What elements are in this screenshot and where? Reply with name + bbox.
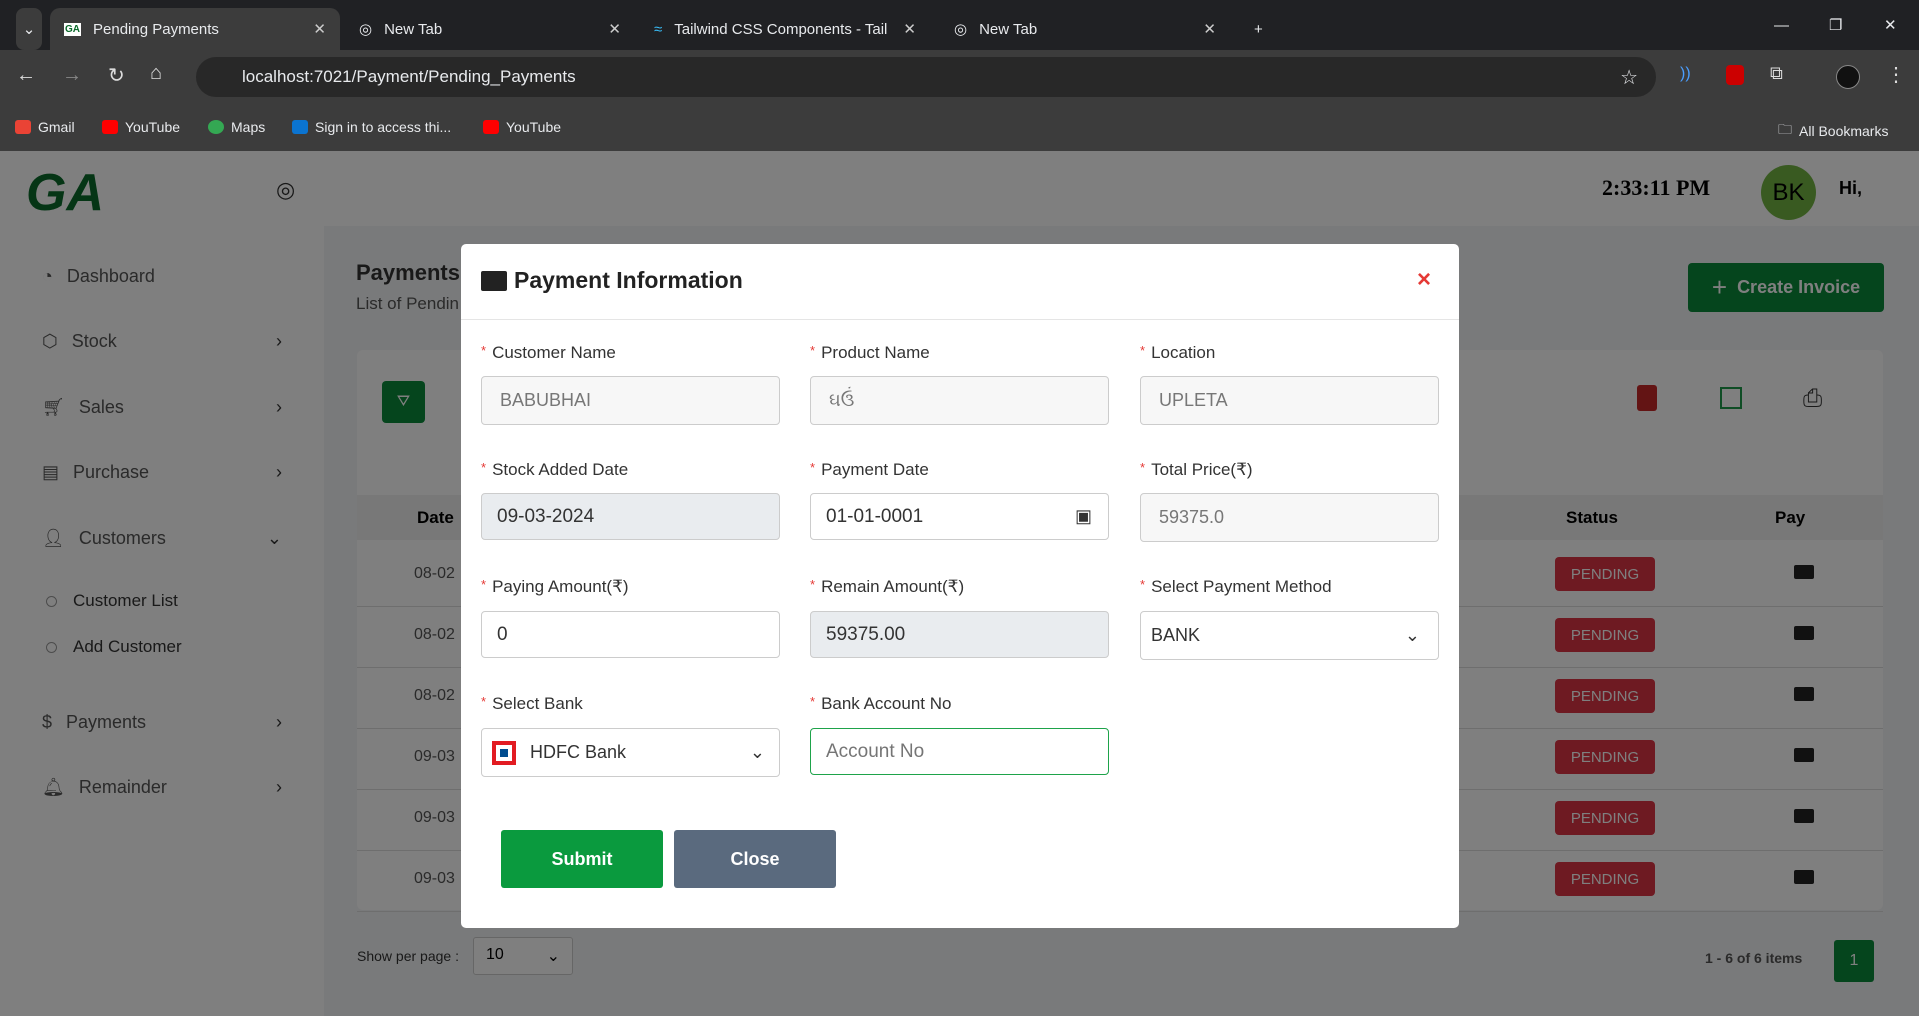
ga-favicon-icon: GA [64, 22, 81, 36]
bookmarks-bar: Gmail YouTube Maps Sign in to access thi… [0, 105, 1919, 151]
submit-button[interactable]: Submit [501, 830, 663, 888]
close-tab-icon[interactable]: ✕ [1203, 20, 1216, 38]
tab-pending-payments[interactable]: GA Pending Payments ✕ [50, 8, 340, 50]
customer-name-label: * Customer Name [481, 343, 616, 362]
youtube-icon [102, 120, 118, 134]
browser-tab-bar: ⌄ GA Pending Payments ✕ ◎ New Tab ✕ ≈ Tailwin… [0, 0, 1919, 50]
url-input[interactable]: localhost:7021/Payment/Pending_Payments ☆ [196, 57, 1656, 97]
folder-icon: 🗀 [1778, 121, 1792, 137]
bookmark-star-icon[interactable]: ☆ [1620, 65, 1638, 90]
calendar-icon[interactable]: ▣ [1075, 506, 1092, 527]
close-window-icon[interactable]: ✕ [1870, 4, 1911, 46]
bookmark-maps[interactable]: Maps [208, 119, 265, 135]
chrome-icon: ◎ [359, 21, 373, 38]
close-tab-icon[interactable]: ✕ [903, 20, 916, 38]
stock-added-date-label: * Stock Added Date [481, 460, 629, 479]
stock-added-date-field[interactable]: 09-03-2024 [481, 493, 780, 540]
forward-icon[interactable]: → [62, 64, 82, 87]
tab-new-tab[interactable]: ◎ New Tab ✕ [345, 8, 635, 50]
select-bank-dropdown[interactable]: HDFC Bank ⌄ [481, 728, 780, 777]
profile-icon[interactable] [1836, 65, 1860, 89]
location-label: * Location [1140, 343, 1216, 362]
bookmark-youtube[interactable]: YouTube [102, 119, 180, 135]
tab-tailwind[interactable]: ≈ Tailwind CSS Components - Tail ✕ [640, 8, 930, 50]
reload-icon[interactable]: ↻ [108, 63, 125, 88]
close-tab-icon[interactable]: ✕ [608, 20, 621, 38]
menu-icon[interactable]: ⋮ [1886, 62, 1906, 87]
payment-date-label: * Payment Date [810, 460, 929, 479]
location-field[interactable]: UPLETA [1140, 376, 1439, 425]
address-bar-row: ← → ↻ ⌂ localhost:7021/Payment/Pending_P… [0, 50, 1919, 105]
close-button[interactable]: Close [674, 830, 836, 888]
youtube-icon [483, 120, 499, 134]
product-name-field[interactable]: ઘઉં [810, 376, 1109, 425]
customer-name-field[interactable]: BABUBHAI [481, 376, 780, 425]
chevron-down-icon: ⌄ [749, 742, 765, 762]
new-tab-button[interactable]: + [1240, 8, 1277, 50]
credit-card-icon [481, 271, 507, 291]
home-icon[interactable]: ⌂ [150, 62, 162, 85]
remain-amount-field[interactable]: 59375.00 [810, 611, 1109, 658]
total-price-label: * Total Price(₹) [1140, 460, 1253, 479]
back-icon[interactable]: ← [16, 64, 36, 87]
bookmark-gmail[interactable]: Gmail [15, 119, 75, 135]
bank-account-input[interactable] [810, 728, 1109, 775]
remain-amount-label: * Remain Amount(₹) [810, 577, 965, 596]
extension-icon[interactable]: )) [1680, 65, 1691, 83]
all-bookmarks[interactable]: 🗀 All Bookmarks [1778, 119, 1888, 143]
bank-account-label: * Bank Account No [810, 694, 952, 713]
extensions-icon[interactable]: ⧉ [1770, 63, 1783, 84]
product-name-label: * Product Name [810, 343, 930, 362]
payment-method-select[interactable]: BANK ⌄ [1140, 611, 1439, 660]
gmail-icon [15, 120, 31, 134]
tab-search-button[interactable]: ⌄ [16, 8, 42, 50]
tailwind-icon: ≈ [654, 20, 663, 38]
modal-title: Payment Information [514, 267, 743, 293]
bookmark-signin[interactable]: Sign in to access thi... [292, 119, 451, 135]
payment-method-label: * Select Payment Method [1140, 577, 1332, 596]
select-bank-label: * Select Bank [481, 694, 583, 713]
paying-amount-field[interactable]: 0 [481, 611, 780, 658]
s-icon [292, 120, 308, 134]
modal-header: Payment Information × [461, 244, 1459, 320]
paying-amount-label: * Paying Amount(₹) [481, 577, 629, 596]
payment-information-modal: Payment Information × * Customer Name BAB… [461, 244, 1459, 928]
chevron-down-icon: ⌄ [1404, 625, 1420, 645]
bookmark-youtube-2[interactable]: YouTube [483, 119, 561, 135]
payment-date-field[interactable]: 01-01-0001 ▣ [810, 493, 1109, 540]
total-price-field[interactable]: 59375.0 [1140, 493, 1439, 542]
ublock-icon[interactable] [1726, 65, 1744, 85]
minimize-icon[interactable]: — [1760, 4, 1803, 46]
tab-new-tab-2[interactable]: ◎ New Tab ✕ [940, 8, 1230, 50]
maps-icon [208, 120, 224, 134]
close-tab-icon[interactable]: ✕ [313, 20, 326, 38]
modal-close-icon[interactable]: × [1417, 266, 1431, 294]
chrome-icon: ◎ [954, 21, 968, 38]
hdfc-logo-icon [492, 740, 516, 765]
restore-icon[interactable]: ❐ [1815, 4, 1856, 46]
